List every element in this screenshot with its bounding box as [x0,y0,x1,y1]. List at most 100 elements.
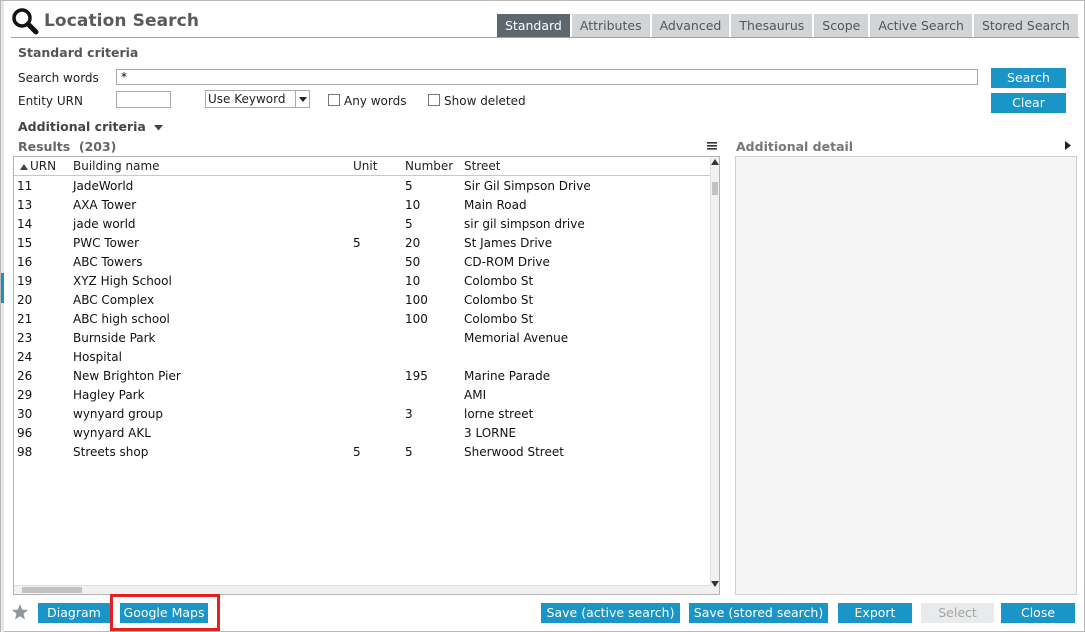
table-row[interactable]: 26 New Brighton Pier 195 Marine Parade [14,367,711,386]
cell-street: Colombo St [464,293,534,307]
search-icon [12,8,39,35]
table-row[interactable]: 15 PWC Tower 5 20 St James Drive [14,234,711,253]
cell-street: AMI [464,388,487,402]
column-header-unit[interactable]: Unit [353,159,377,173]
background-accent-mark [1,273,4,303]
table-row[interactable]: 29 Hagley Park AMI [14,386,711,405]
clear-button[interactable]: Clear [991,93,1066,113]
show-deleted-label: Show deleted [444,94,526,108]
cell-urn: 23 [17,331,33,345]
table-row[interactable]: 96 wynyard AKL 3 LORNE [14,424,711,443]
table-row[interactable]: 30 wynyard group 3 lorne street [14,405,711,424]
cell-street: lorne street [464,407,534,421]
tab-scope[interactable]: Scope [814,14,869,37]
cell-urn: 29 [17,388,33,402]
results-header: Results (203) [18,139,116,154]
cell-street: 3 LORNE [464,426,517,440]
additional-criteria-toggle[interactable]: Additional criteria [18,119,164,134]
google-maps-highlight-box [110,594,220,631]
export-button[interactable]: Export [838,603,912,623]
column-header-street[interactable]: Street [464,159,500,173]
cell-building-name: Hagley Park [73,388,145,402]
cell-urn: 24 [17,350,33,364]
cell-urn: 30 [17,407,33,421]
cell-street: Main Road [464,198,527,212]
tab-standard[interactable]: Standard [497,14,570,37]
search-button[interactable]: Search [991,68,1066,88]
cell-unit: 5 [353,236,361,250]
keyword-mode-select[interactable]: Use Keyword [205,90,310,108]
any-words-label: Any words [344,94,407,108]
entity-urn-input[interactable] [116,91,171,108]
table-row[interactable]: 24 Hospital [14,348,711,367]
column-header-urn[interactable]: URN [20,159,56,173]
cell-urn: 19 [17,274,33,288]
table-row[interactable]: 20 ABC Complex 100 Colombo St [14,291,711,310]
cell-building-name: ABC Towers [73,255,143,269]
additional-detail-label: Additional detail [736,139,854,154]
search-words-input[interactable] [116,69,978,85]
additional-detail-panel [735,156,1077,595]
tab-attributes[interactable]: Attributes [571,14,650,37]
vertical-scroll-thumb[interactable] [712,182,718,195]
window-title: Location Search [44,11,200,31]
cell-number: 5 [405,445,413,459]
results-vertical-scrollbar[interactable] [710,157,719,594]
cell-building-name: ABC high school [73,312,170,326]
tab-stored-search[interactable]: Stored Search [973,14,1078,37]
tab-thesaurus[interactable]: Thesaurus [731,14,813,37]
any-words-checkbox[interactable] [328,94,340,106]
cell-unit: 5 [353,445,361,459]
cell-street: CD-ROM Drive [464,255,550,269]
close-button[interactable]: Close [1001,603,1075,623]
select-button[interactable]: Select [921,603,994,623]
search-tabs: Standard Attributes Advanced Thesaurus S… [497,14,1080,37]
location-search-window: Location Search Standard Attributes Adva… [0,0,1085,632]
table-row[interactable]: 14 jade world 5 sir gil simpson drive [14,215,711,234]
cell-urn: 15 [17,236,33,250]
results-horizontal-scrollbar[interactable] [14,585,711,594]
header-divider [11,37,1079,38]
diagram-button[interactable]: Diagram [38,603,110,623]
horizontal-scroll-thumb[interactable] [22,587,82,593]
cell-building-name: wynyard group [73,407,163,421]
column-header-building-name[interactable]: Building name [73,159,160,173]
cell-street: Colombo St [464,312,534,326]
table-row[interactable]: 98 Streets shop 5 5 Sherwood Street [14,443,711,462]
cell-building-name: XYZ High School [73,274,172,288]
results-count: (203) [78,139,117,154]
cell-building-name: AXA Tower [73,198,137,212]
show-deleted-checkbox[interactable] [428,94,440,106]
cell-urn: 20 [17,293,33,307]
scroll-up-icon[interactable] [711,159,719,165]
standard-criteria-title: Standard criteria [18,45,139,60]
table-row[interactable]: 19 XYZ High School 10 Colombo St [14,272,711,291]
keyword-mode-value: Use Keyword [208,92,286,106]
cell-number: 195 [405,369,428,383]
cell-number: 5 [405,179,413,193]
table-row[interactable]: 13 AXA Tower 10 Main Road [14,196,711,215]
tab-active-search[interactable]: Active Search [870,14,972,37]
cell-urn: 11 [17,179,33,193]
search-words-label: Search words [18,71,99,85]
background-window-edge [1,1,4,632]
cell-street: Colombo St [464,274,534,288]
menu-icon[interactable] [707,141,717,151]
save-active-search-button[interactable]: Save (active search) [541,603,680,623]
column-urn-label: URN [30,159,57,173]
table-row[interactable]: 16 ABC Towers 50 CD-ROM Drive [14,253,711,272]
table-row[interactable]: 11 JadeWorld 5 Sir Gil Simpson Drive [14,177,711,196]
tab-advanced[interactable]: Advanced [651,14,730,37]
cell-building-name: Hospital [73,350,122,364]
cell-number: 100 [405,312,428,326]
sort-asc-icon [20,163,28,170]
cell-urn: 13 [17,198,33,212]
star-icon[interactable] [11,603,29,621]
table-row[interactable]: 21 ABC high school 100 Colombo St [14,310,711,329]
table-row[interactable]: 23 Burnside Park Memorial Avenue [14,329,711,348]
scroll-down-icon[interactable] [711,581,719,587]
cell-urn: 26 [17,369,33,383]
save-stored-search-button[interactable]: Save (stored search) [689,603,828,623]
column-header-number[interactable]: Number [405,159,453,173]
chevron-right-icon[interactable] [1065,141,1071,150]
